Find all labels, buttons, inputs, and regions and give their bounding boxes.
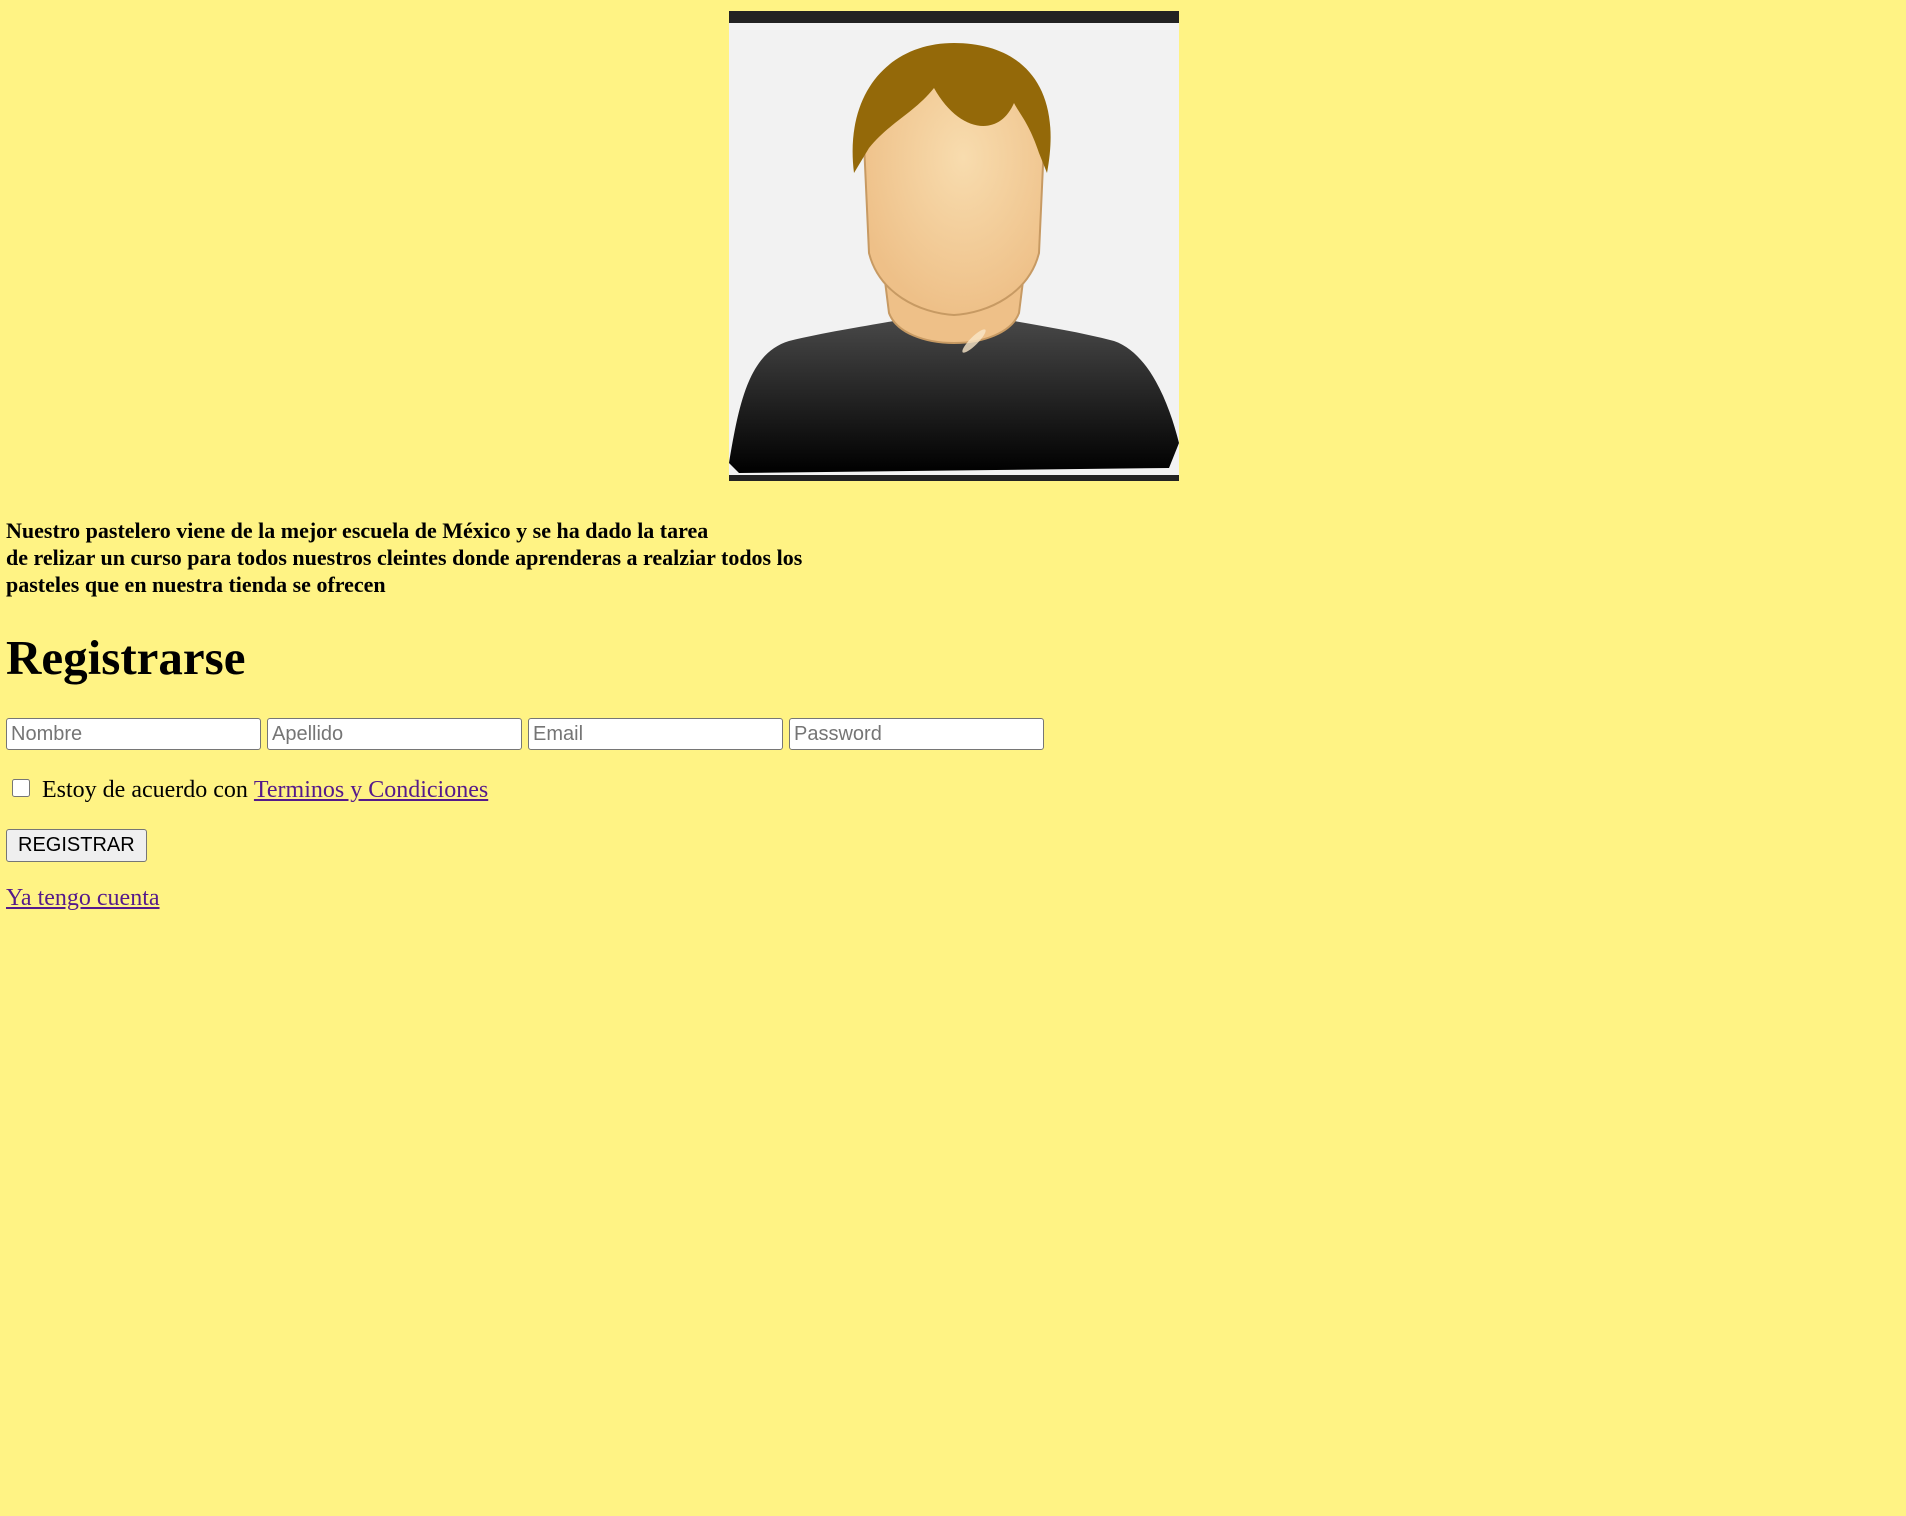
register-button[interactable]: REGISTRAR xyxy=(6,829,147,862)
email-field[interactable] xyxy=(528,718,783,750)
password-field[interactable] xyxy=(789,718,1044,750)
nombre-field[interactable] xyxy=(6,718,261,750)
profile-image xyxy=(729,11,1179,481)
register-title: Registrarse xyxy=(6,630,246,685)
person-avatar-icon xyxy=(729,43,1179,473)
description-line: de relizar un curso para todos nuestros … xyxy=(6,545,803,570)
register-form-fields xyxy=(6,718,1044,750)
description-line: pasteles que en nuestra tienda se ofrece… xyxy=(6,572,386,597)
pastry-chef-description: Nuestro pastelero viene de la mejor escu… xyxy=(6,517,906,598)
apellido-field[interactable] xyxy=(267,718,522,750)
terms-link[interactable]: Terminos y Condiciones xyxy=(254,775,488,805)
terms-agreement: Estoy de acuerdo con Terminos y Condicio… xyxy=(6,775,488,805)
terms-text: Estoy de acuerdo con xyxy=(42,777,248,803)
terms-checkbox[interactable] xyxy=(12,779,30,797)
page: Nuestro pastelero viene de la mejor escu… xyxy=(0,0,1906,1516)
description-line: Nuestro pastelero viene de la mejor escu… xyxy=(6,518,709,543)
login-link[interactable]: Ya tengo cuenta xyxy=(6,883,160,913)
